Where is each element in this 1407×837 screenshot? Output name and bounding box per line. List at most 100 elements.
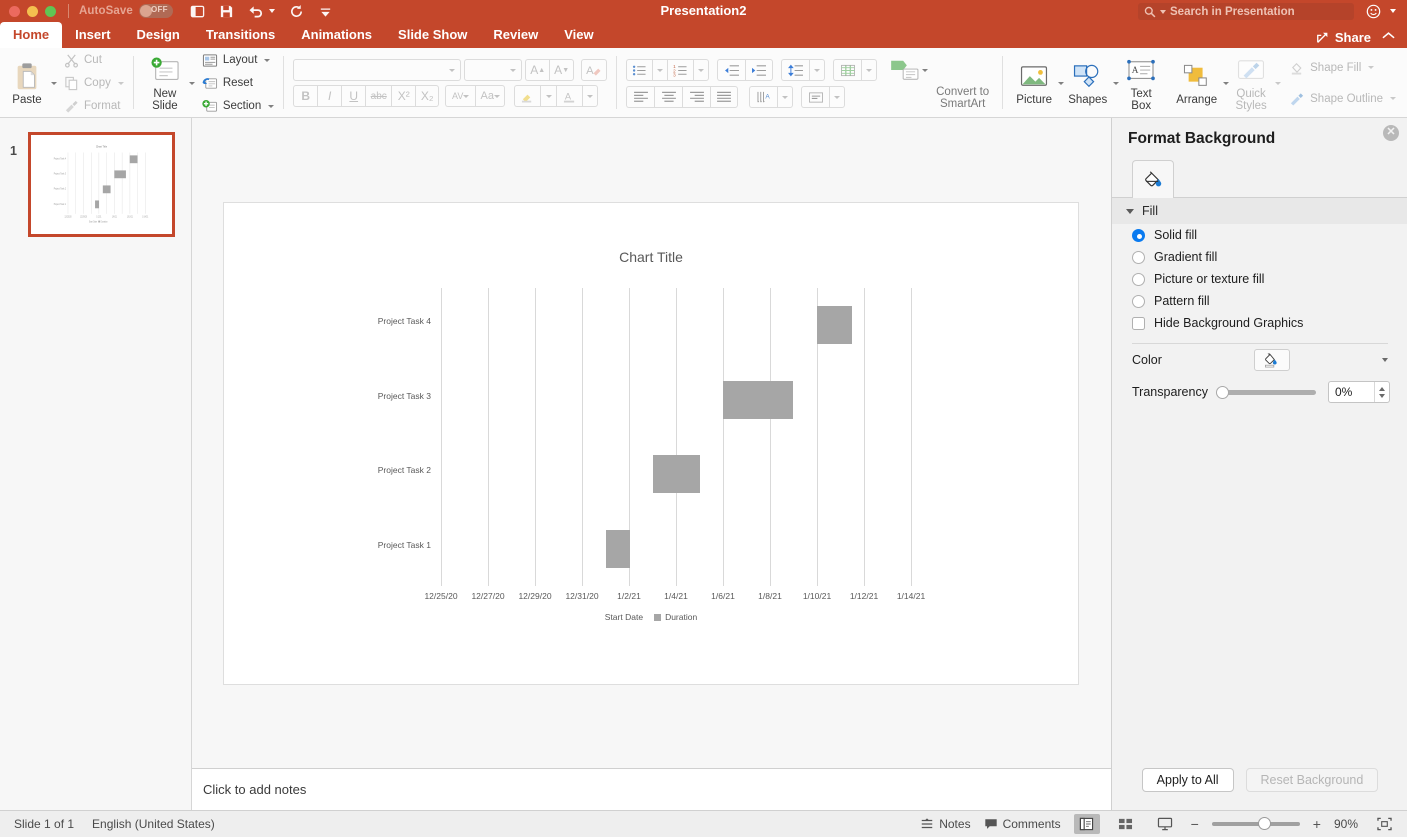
view-slide-sorter-button[interactable] [1113, 814, 1139, 834]
shape-outline-dropdown-icon[interactable] [1390, 97, 1396, 100]
decrease-indent-button[interactable] [717, 59, 745, 81]
sidebar-toggle-icon[interactable] [190, 4, 205, 19]
format-painter-button[interactable]: Format [64, 96, 124, 116]
spinner-down-icon[interactable] [1379, 394, 1385, 398]
share-button[interactable]: Share [1316, 30, 1371, 45]
transparency-spinner[interactable]: 0% [1328, 381, 1390, 403]
radio-gradient-fill[interactable] [1132, 251, 1145, 264]
paste-button[interactable]: Paste [5, 50, 49, 116]
maximize-window-icon[interactable] [45, 6, 56, 17]
feedback-smiley-icon[interactable] [1366, 4, 1381, 22]
text-direction-dropdown[interactable] [777, 86, 793, 108]
arrange-button[interactable]: Arrange [1172, 50, 1221, 116]
strikethrough-button[interactable]: abc [365, 85, 391, 107]
transparency-slider-knob[interactable] [1216, 386, 1229, 399]
close-panel-button[interactable]: ✕ [1383, 125, 1399, 141]
undo-icon[interactable] [248, 4, 275, 19]
slide-editing-surface[interactable]: Chart Title Project Task [224, 203, 1078, 684]
text-direction-button[interactable]: A [749, 86, 777, 108]
underline-button[interactable]: U [341, 85, 365, 107]
zoom-slider-knob[interactable] [1258, 817, 1271, 830]
new-slide-button[interactable]: NewSlide [143, 50, 187, 116]
gantt-chart[interactable]: Chart Title Project Task [224, 203, 1078, 684]
slide-thumbnail-pane[interactable]: 1 Chart Title [0, 118, 192, 810]
columns-dropdown[interactable] [861, 59, 877, 81]
chart-legend[interactable]: Start Date Duration [224, 612, 1078, 622]
gantt-bar-task4[interactable] [817, 306, 852, 344]
section-button[interactable]: Section [202, 96, 274, 116]
customize-toolbar-icon[interactable] [318, 4, 333, 19]
font-color-button[interactable]: A [556, 85, 582, 107]
spinner-up-icon[interactable] [1379, 387, 1385, 391]
change-case-button[interactable]: Aa [475, 85, 505, 107]
spinner-arrows[interactable] [1374, 382, 1389, 402]
tab-fill[interactable] [1132, 160, 1174, 198]
smartart-dropdown-icon[interactable] [922, 69, 928, 72]
line-spacing-button[interactable] [781, 59, 809, 81]
reset-button[interactable]: Reset [202, 73, 274, 93]
chart-title[interactable]: Chart Title [224, 249, 1078, 265]
tab-slide-show[interactable]: Slide Show [385, 22, 480, 48]
align-left-button[interactable] [626, 86, 654, 108]
copy-button[interactable]: Copy [64, 73, 124, 93]
line-spacing-dropdown[interactable] [809, 59, 825, 81]
tab-animations[interactable]: Animations [288, 22, 385, 48]
font-size-input[interactable] [464, 59, 522, 81]
increase-font-size-button[interactable]: A▲ [525, 59, 549, 81]
bullet-list-dropdown[interactable] [652, 59, 667, 81]
clear-formatting-button[interactable]: A [581, 59, 607, 81]
paste-dropdown-icon[interactable] [51, 82, 57, 85]
view-slideshow-button[interactable] [1152, 814, 1178, 834]
notes-button[interactable]: Notes [920, 817, 970, 831]
shape-fill-dropdown-icon[interactable] [1368, 66, 1374, 69]
copy-dropdown-icon[interactable] [118, 82, 124, 85]
autosave-toggle[interactable]: OFF [139, 4, 173, 18]
align-text-button[interactable] [801, 86, 829, 108]
radio-pattern-fill[interactable] [1132, 295, 1145, 308]
option-gradient-fill[interactable]: Gradient fill [1112, 246, 1407, 268]
save-icon[interactable] [219, 4, 234, 19]
font-name-input[interactable] [293, 59, 461, 81]
justify-button[interactable] [710, 86, 738, 108]
redo-icon[interactable] [289, 4, 304, 19]
option-solid-fill[interactable]: Solid fill [1112, 224, 1407, 246]
bold-button[interactable]: B [293, 85, 317, 107]
zoom-level[interactable]: 90% [1334, 817, 1358, 831]
notes-pane[interactable]: Click to add notes [192, 768, 1111, 810]
numbered-list-dropdown[interactable] [693, 59, 709, 81]
transparency-slider[interactable] [1218, 390, 1316, 395]
gantt-bar-task3[interactable] [723, 381, 793, 419]
shape-fill-button[interactable]: Shape Fill [1289, 57, 1396, 78]
apply-to-all-button[interactable]: Apply to All [1142, 768, 1234, 792]
option-hide-background-graphics[interactable]: Hide Background Graphics [1112, 312, 1407, 334]
font-color-dropdown[interactable] [582, 85, 598, 107]
columns-button[interactable] [833, 59, 861, 81]
feedback-dropdown-icon[interactable] [1390, 9, 1396, 13]
layout-dropdown-icon[interactable] [264, 59, 270, 62]
text-highlight-dropdown[interactable] [540, 85, 556, 107]
tab-view[interactable]: View [551, 22, 606, 48]
fill-section-header[interactable]: Fill [1112, 198, 1407, 224]
collapse-ribbon-icon[interactable] [1382, 28, 1395, 43]
align-right-button[interactable] [682, 86, 710, 108]
minimize-window-icon[interactable] [27, 6, 38, 17]
numbered-list-button[interactable]: 123 [667, 59, 693, 81]
character-spacing-button[interactable]: AV [445, 85, 475, 107]
increase-indent-button[interactable] [745, 59, 773, 81]
zoom-out-button[interactable]: − [1191, 816, 1199, 832]
italic-button[interactable]: I [317, 85, 341, 107]
gantt-bar-task2[interactable] [653, 455, 700, 493]
reset-background-button[interactable]: Reset Background [1246, 768, 1379, 792]
window-controls[interactable] [0, 6, 56, 17]
subscript-button[interactable]: X₂ [415, 85, 439, 107]
legend-entry-duration[interactable]: Duration [654, 612, 697, 622]
zoom-slider[interactable] [1212, 822, 1300, 826]
text-box-button[interactable]: A TextBox [1119, 50, 1163, 116]
option-picture-texture-fill[interactable]: Picture or texture fill [1112, 268, 1407, 290]
checkbox-hide-background-graphics[interactable] [1132, 317, 1145, 330]
radio-picture-texture-fill[interactable] [1132, 273, 1145, 286]
thumbnail-wrapper[interactable]: Chart Title Project Task 4Project [28, 132, 175, 237]
view-normal-button[interactable] [1074, 814, 1100, 834]
cut-button[interactable]: Cut [64, 50, 124, 70]
quick-styles-button[interactable]: QuickStyles [1229, 50, 1273, 116]
